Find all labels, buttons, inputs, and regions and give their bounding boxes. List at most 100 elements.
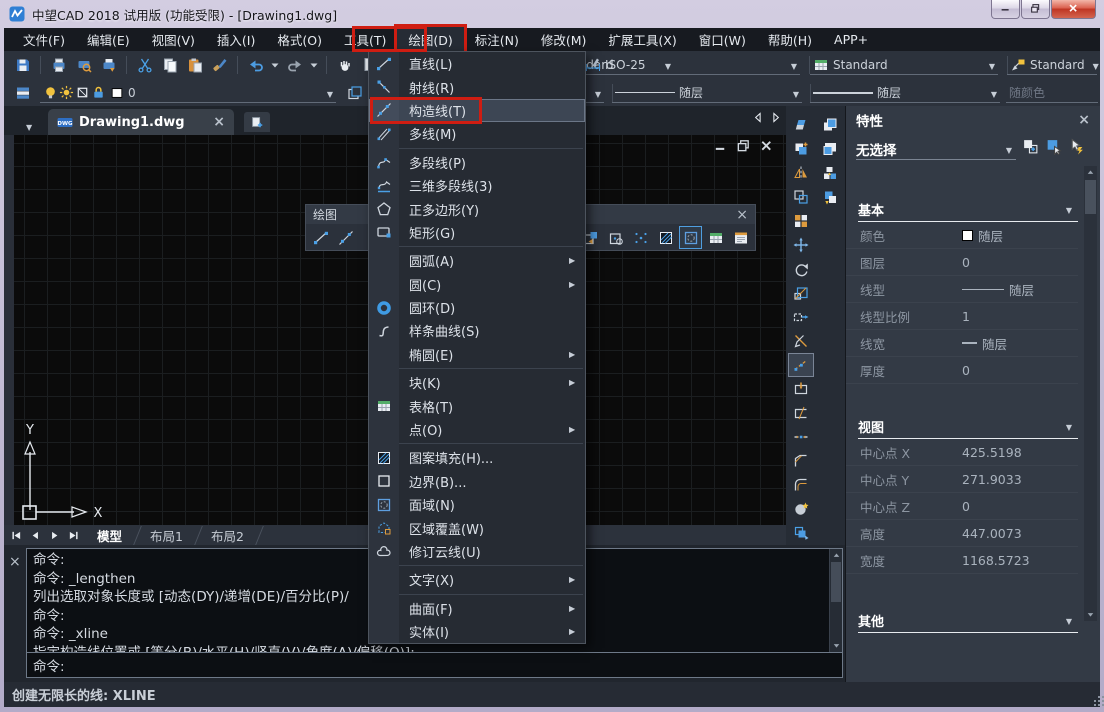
draw-menu-item[interactable]: 圆环(D)	[369, 296, 585, 319]
mleader-style-dropdown[interactable]: Standard	[1007, 55, 1097, 75]
menu-item[interactable]: 标注(N)	[464, 27, 530, 52]
close-button[interactable]	[1051, 0, 1096, 19]
properties-section-header[interactable]: 其他	[858, 609, 1078, 633]
line-button[interactable]	[309, 226, 332, 249]
save-button[interactable]	[10, 54, 35, 77]
draworder-above-button[interactable]	[817, 161, 843, 185]
draw-menu-item[interactable]: 射线(R)	[369, 75, 585, 98]
draw-menu-item[interactable]: 图案填充(H)...	[369, 446, 585, 469]
draw-menu-item[interactable]: 圆(C)	[369, 273, 585, 296]
scroll-down-icon[interactable]	[830, 639, 843, 652]
draw-menu-item[interactable]: 表格(T)	[369, 394, 585, 417]
tab-scroll-right-button[interactable]	[769, 111, 782, 124]
join-button[interactable]	[788, 425, 814, 449]
nav-prev-button[interactable]	[27, 527, 44, 543]
explode-button[interactable]	[788, 521, 814, 545]
properties-scrollbar[interactable]	[1084, 166, 1097, 621]
pan-button[interactable]	[332, 54, 357, 77]
print-preview-button[interactable]	[71, 54, 96, 77]
draworder-under-button[interactable]	[817, 185, 843, 209]
menu-item[interactable]: 工具(T)	[333, 27, 397, 52]
make-block-button[interactable]	[604, 226, 627, 249]
child-close-button[interactable]	[759, 138, 774, 153]
mtext-button[interactable]	[729, 226, 752, 249]
draw-menu-item[interactable]: 矩形(G)	[369, 221, 585, 244]
property-row[interactable]: 中心点 Y271.9033	[846, 466, 1078, 493]
layout-tab-model[interactable]: 模型	[84, 525, 135, 546]
draw-menu-item[interactable]: 圆弧(A)	[369, 249, 585, 272]
plot-button[interactable]	[46, 54, 71, 77]
property-row[interactable]: 颜色随层	[846, 222, 1078, 249]
resize-grip[interactable]	[1094, 704, 1096, 706]
expand-arrow-button[interactable]	[268, 54, 282, 77]
close-tab-icon[interactable]	[213, 115, 225, 130]
lengthen-button[interactable]	[788, 353, 814, 377]
linetype-dropdown[interactable]: 随层	[612, 83, 802, 103]
scroll-up-icon[interactable]	[830, 549, 843, 562]
erase-button[interactable]	[788, 113, 814, 137]
publish-button[interactable]	[96, 54, 121, 77]
property-row[interactable]: 线型随层	[846, 276, 1078, 303]
scrollbar-thumb[interactable]	[831, 562, 841, 602]
document-tab[interactable]: DWG Drawing1.dwg	[48, 109, 234, 135]
draw-menu-item[interactable]: 多段线(P)	[369, 151, 585, 174]
layout-tab-layout[interactable]: 布局2	[198, 525, 257, 546]
draw-menu-item[interactable]: 正多边形(Y)	[369, 197, 585, 220]
xline-button[interactable]	[334, 226, 357, 249]
offset-button[interactable]	[788, 185, 814, 209]
property-row[interactable]: 图层0	[846, 249, 1078, 276]
draworder-back-button[interactable]	[817, 137, 843, 161]
collapse-section-icon[interactable]	[1066, 202, 1072, 217]
new-document-button[interactable]	[244, 112, 270, 132]
document-list-dropdown[interactable]	[26, 115, 32, 134]
nav-next-button[interactable]	[46, 527, 63, 543]
layer-states-button[interactable]	[342, 81, 367, 104]
draw-menu-item[interactable]: 区域覆盖(W)	[369, 516, 585, 539]
properties-section-header[interactable]: 基本	[858, 198, 1078, 222]
stretch-button[interactable]	[788, 305, 814, 329]
break-at-point-button[interactable]	[788, 377, 814, 401]
point-button[interactable]	[629, 226, 652, 249]
undo-button[interactable]	[243, 54, 268, 77]
draw-menu-item[interactable]: 修订云线(U)	[369, 540, 585, 563]
command-prompt[interactable]: 命令:	[27, 652, 842, 677]
toggle-pickadd-button[interactable]	[1022, 138, 1039, 159]
draw-menu-item[interactable]: 点(O)	[369, 418, 585, 441]
copy-object-button[interactable]	[788, 137, 814, 161]
properties-section-header[interactable]: 视图	[858, 415, 1078, 439]
draw-menu-item[interactable]: 实体(I)	[369, 620, 585, 643]
property-row[interactable]: 线宽随层	[846, 330, 1078, 357]
property-row[interactable]: 厚度0	[846, 357, 1078, 384]
draworder-front-button[interactable]	[817, 113, 843, 137]
scrollbar-thumb[interactable]	[1085, 180, 1096, 214]
dim-style-dropdown[interactable]: ISO-25	[582, 55, 800, 75]
child-minimize-button[interactable]	[713, 138, 728, 153]
property-row[interactable]: 中心点 Z0	[846, 493, 1078, 520]
menu-item[interactable]: 扩展工具(X)	[597, 27, 687, 52]
menu-item[interactable]: 视图(V)	[141, 27, 206, 52]
move-button[interactable]	[788, 233, 814, 257]
property-row[interactable]: 宽度1168.5723	[846, 547, 1078, 574]
menu-item[interactable]: 格式(O)	[266, 27, 333, 52]
draw-menu-item[interactable]: 构造线(T)	[369, 99, 585, 122]
restore-button[interactable]	[1021, 0, 1050, 19]
quick-select-button[interactable]	[1045, 138, 1062, 159]
hatch-button[interactable]	[654, 226, 677, 249]
menu-item[interactable]: 帮助(H)	[757, 27, 823, 52]
scroll-down-icon[interactable]	[1084, 608, 1097, 621]
cut-button[interactable]	[132, 54, 157, 77]
draw-menu-item[interactable]: 直线(L)	[369, 52, 585, 75]
expand-arrow-button[interactable]	[307, 54, 321, 77]
property-row[interactable]: 高度447.0073	[846, 520, 1078, 547]
menu-item[interactable]: APP+	[823, 29, 879, 50]
menu-item[interactable]: 文件(F)	[12, 27, 76, 52]
selection-dropdown[interactable]: 无选择	[856, 138, 1016, 160]
paste-button[interactable]	[182, 54, 207, 77]
break-button[interactable]	[788, 401, 814, 425]
array-button[interactable]	[788, 209, 814, 233]
close-palette-icon[interactable]	[736, 208, 748, 222]
lineweight-dropdown[interactable]: 随层	[810, 83, 1000, 103]
draw-menu-item[interactable]: 边界(B)...	[369, 470, 585, 493]
draw-menu-item[interactable]: 三维多段线(3)	[369, 174, 585, 197]
plot-style-dropdown[interactable]: 随颜色	[1006, 83, 1098, 103]
